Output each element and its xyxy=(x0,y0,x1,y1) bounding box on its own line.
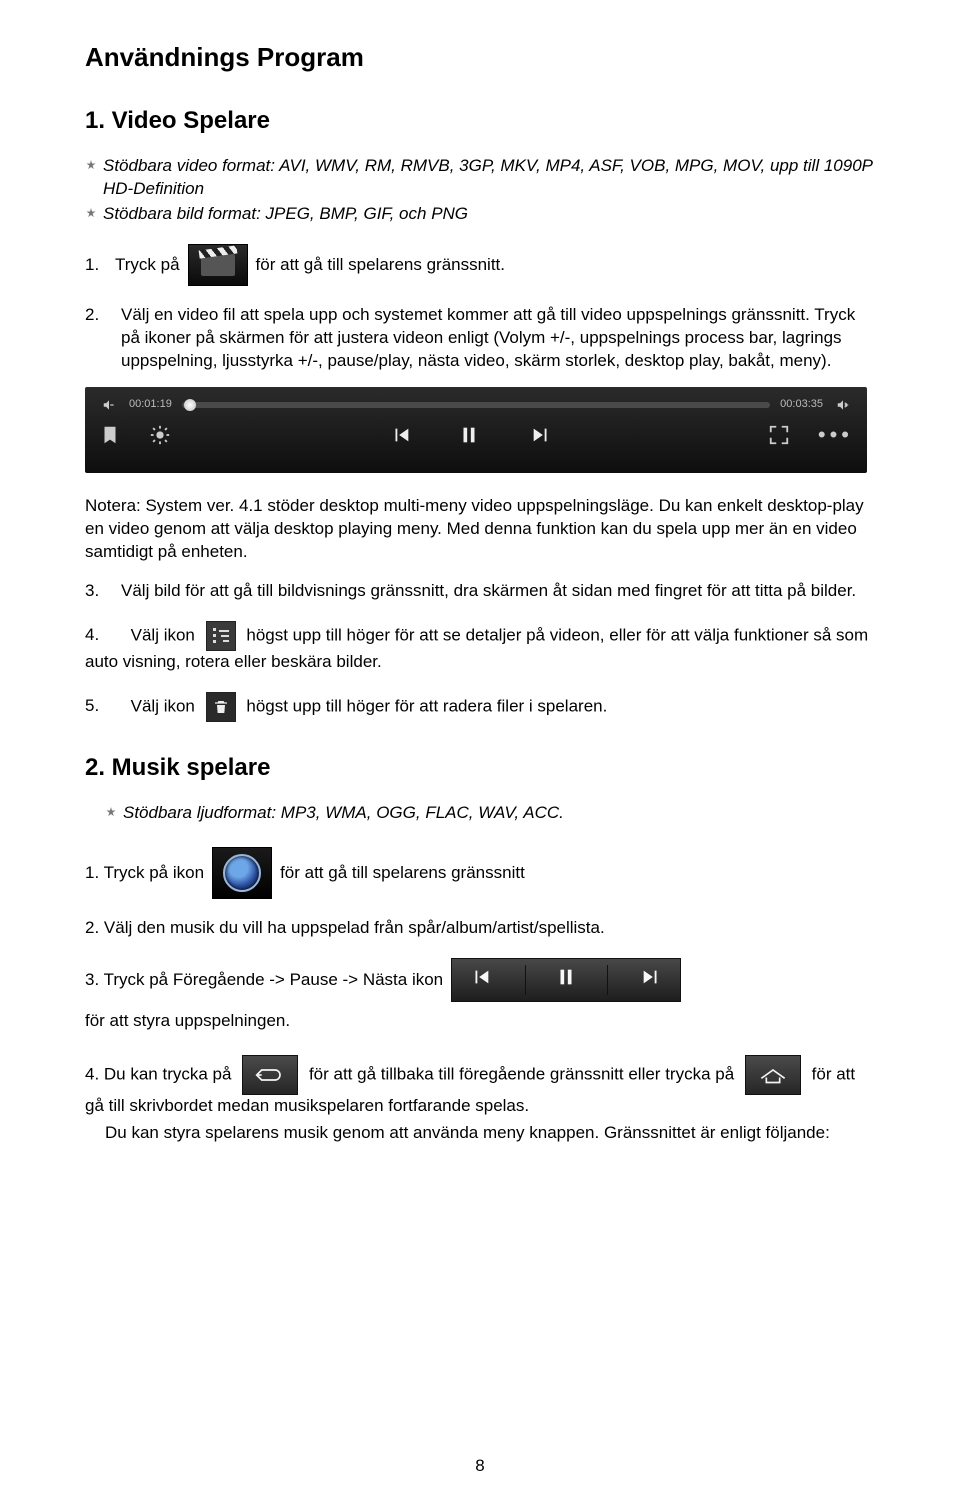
step-text: Välj ikon xyxy=(131,696,195,715)
step-row: 5. Välj ikon högst upp till höger för at… xyxy=(85,692,875,722)
star-icon xyxy=(85,207,97,219)
pause-icon[interactable] xyxy=(555,966,577,995)
back-icon[interactable] xyxy=(242,1055,298,1095)
next-icon[interactable] xyxy=(528,424,550,446)
bullet-item: Stödbara video format: AVI, WMV, RM, RMV… xyxy=(85,155,875,201)
star-icon xyxy=(105,806,117,818)
bullet-text: Stödbara video format: AVI, WMV, RM, RMV… xyxy=(103,155,875,201)
step-text: för att gå tillbaka till föregående grän… xyxy=(309,1064,734,1083)
details-menu-icon[interactable] xyxy=(206,621,236,651)
step-number: 5. xyxy=(85,695,107,718)
section2-heading: 2. Musik spelare xyxy=(85,752,875,784)
pause-icon[interactable] xyxy=(458,424,480,446)
bullet-text: Stödbara bild format: JPEG, BMP, GIF, oc… xyxy=(103,203,468,226)
step-number: 2. xyxy=(85,304,107,327)
music-app-icon xyxy=(212,847,272,899)
bullet-text: Stödbara ljudformat: MP3, WMA, OGG, FLAC… xyxy=(123,802,564,825)
clapperboard-icon xyxy=(201,254,235,276)
fullscreen-icon[interactable] xyxy=(768,424,790,446)
step-text: för att styra uppspelningen. xyxy=(85,1010,290,1033)
section1-heading: 1. Video Spelare xyxy=(85,105,875,137)
elapsed-time: 00:01:19 xyxy=(129,397,172,412)
star-icon xyxy=(85,159,97,171)
note-text: Notera: System ver. 4.1 stöder desktop m… xyxy=(85,495,875,564)
video-app-icon xyxy=(188,244,248,286)
next-icon[interactable] xyxy=(637,966,665,995)
trash-icon[interactable] xyxy=(206,692,236,722)
step-row: 2. Välj en video fil att spela upp och s… xyxy=(85,304,875,373)
volume-up-icon[interactable] xyxy=(833,398,853,412)
step-text: 3. Tryck på Föregående -> Pause -> Nästa… xyxy=(85,969,443,992)
home-icon[interactable] xyxy=(745,1055,801,1095)
step-text: för att gå till spelarens gränssnitt xyxy=(280,862,525,885)
step-number: 3. xyxy=(85,580,107,603)
step-text: högst upp till höger för att se detaljer… xyxy=(85,625,868,671)
step-number: 4. xyxy=(85,624,107,647)
progress-bar[interactable] xyxy=(182,402,770,408)
step-text: Välj bild för att gå till bildvisnings g… xyxy=(121,580,856,603)
step-text: Välj ikon xyxy=(131,625,195,644)
video-player-bar: 00:01:19 00:03:35 xyxy=(85,387,867,473)
step-text: Tryck på xyxy=(115,254,180,277)
step-text: 1. Tryck på ikon xyxy=(85,862,204,885)
volume-down-icon[interactable] xyxy=(99,398,119,412)
step-number: 1. xyxy=(85,254,107,277)
previous-icon[interactable] xyxy=(467,966,495,995)
bullet-item: Stödbara ljudformat: MP3, WMA, OGG, FLAC… xyxy=(105,802,875,825)
bookmark-icon[interactable] xyxy=(99,424,121,446)
step-text: Välj en video fil att spela upp och syst… xyxy=(121,304,875,373)
step-row: 1. Tryck på ikon för att gå till spelare… xyxy=(85,847,875,899)
step-row: 1. Tryck på för att gå till spelarens gr… xyxy=(85,244,875,286)
step-row: 3. Tryck på Föregående -> Pause -> Nästa… xyxy=(85,958,875,1033)
more-icon[interactable]: ••• xyxy=(818,431,853,440)
step-text: 4. Du kan trycka på xyxy=(85,1064,231,1083)
bullet-item: Stödbara bild format: JPEG, BMP, GIF, oc… xyxy=(85,203,875,226)
brightness-icon[interactable] xyxy=(149,424,171,446)
step-text: för att gå till spelarens gränssnitt. xyxy=(256,254,505,277)
total-time: 00:03:35 xyxy=(780,397,823,412)
page-number: 8 xyxy=(475,1455,484,1478)
step-row: 4. Välj ikon högst upp till höger för at… xyxy=(85,621,875,674)
step-text: Du kan styra spelarens musik genom att a… xyxy=(105,1122,875,1145)
step-text: högst upp till höger för att radera file… xyxy=(246,696,607,715)
speaker-icon xyxy=(223,854,261,892)
page-title: Användnings Program xyxy=(85,40,875,75)
step-row: 4. Du kan trycka på för att gå tillbaka … xyxy=(85,1055,875,1145)
step-row: 3. Välj bild för att gå till bildvisning… xyxy=(85,580,875,603)
step-text: 2. Välj den musik du vill ha uppspelad f… xyxy=(85,917,875,940)
transport-controls xyxy=(451,958,681,1002)
previous-icon[interactable] xyxy=(388,424,410,446)
